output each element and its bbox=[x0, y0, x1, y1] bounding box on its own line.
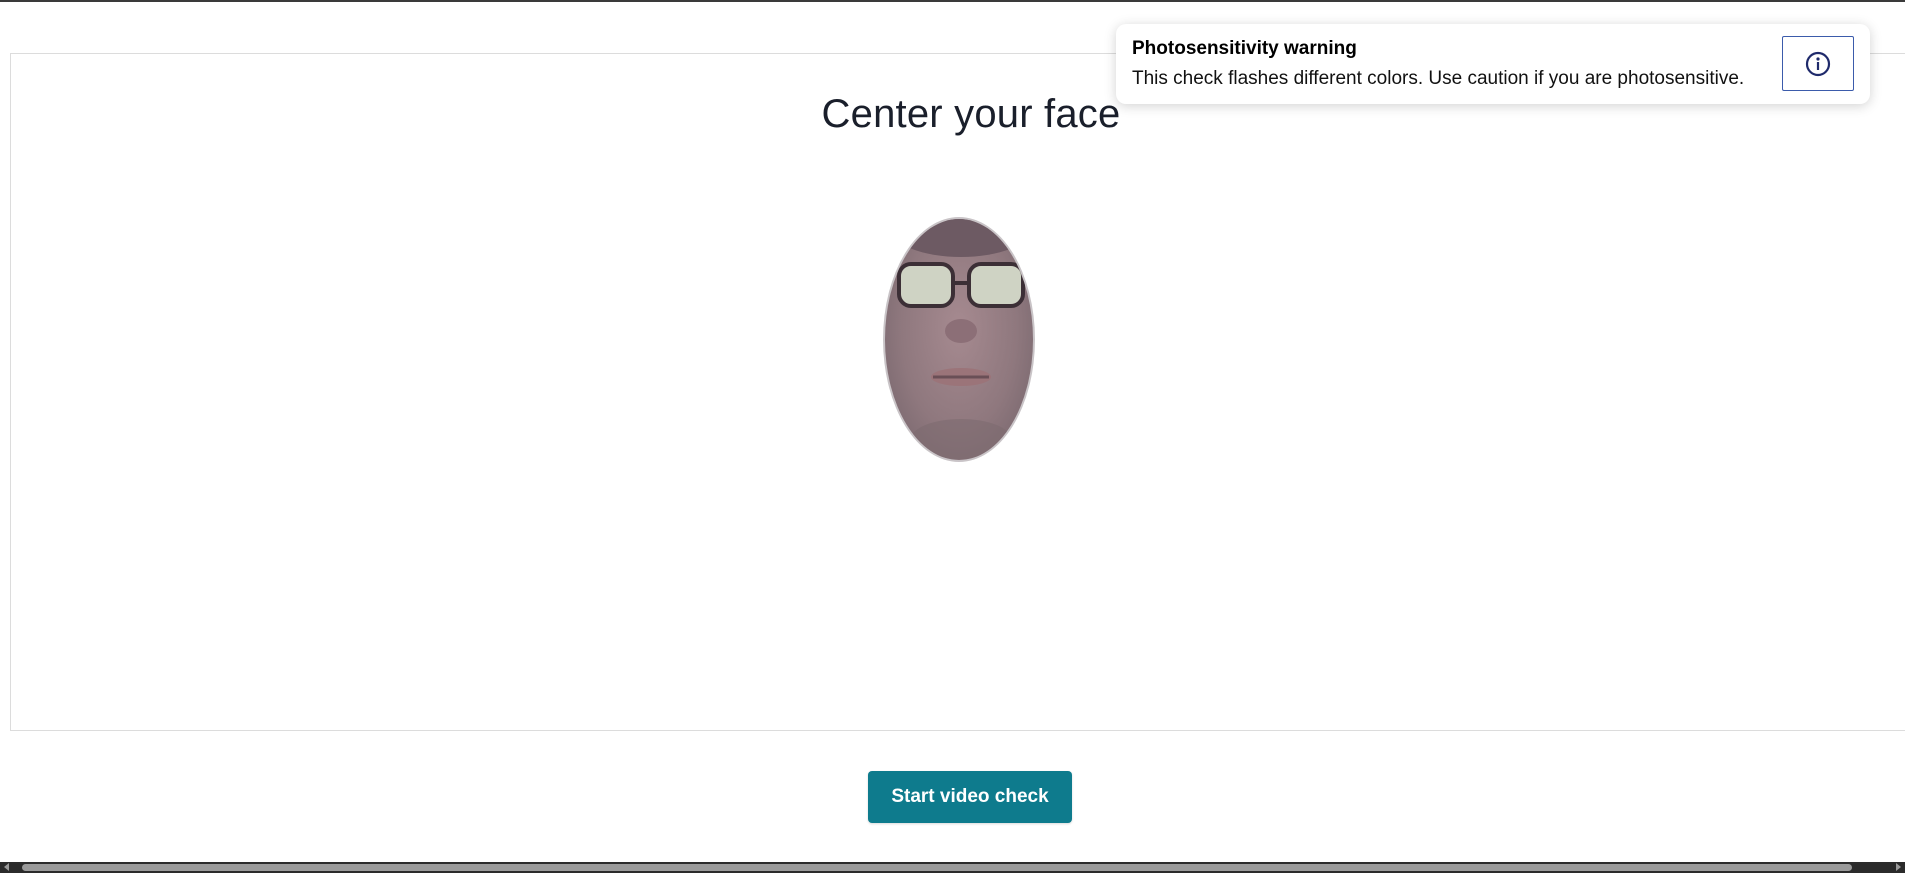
face-camera-preview bbox=[883, 217, 1035, 462]
scrollbar-thumb[interactable] bbox=[22, 864, 1852, 871]
info-icon bbox=[1805, 51, 1831, 76]
toast-title: Photosensitivity warning bbox=[1132, 38, 1357, 59]
scroll-left-icon[interactable] bbox=[4, 863, 9, 871]
face-preview-image bbox=[891, 219, 1031, 459]
scroll-right-icon[interactable] bbox=[1896, 863, 1901, 871]
browser-viewport: Center your face Start video check Photo… bbox=[0, 0, 1905, 862]
toast-body: This check flashes different colors. Use… bbox=[1132, 68, 1745, 89]
horizontal-scrollbar[interactable] bbox=[0, 862, 1905, 873]
photosensitivity-warning-toast: Photosensitivity warning This check flas… bbox=[1116, 24, 1870, 104]
info-button[interactable] bbox=[1782, 36, 1854, 91]
start-video-check-button[interactable]: Start video check bbox=[868, 771, 1072, 823]
